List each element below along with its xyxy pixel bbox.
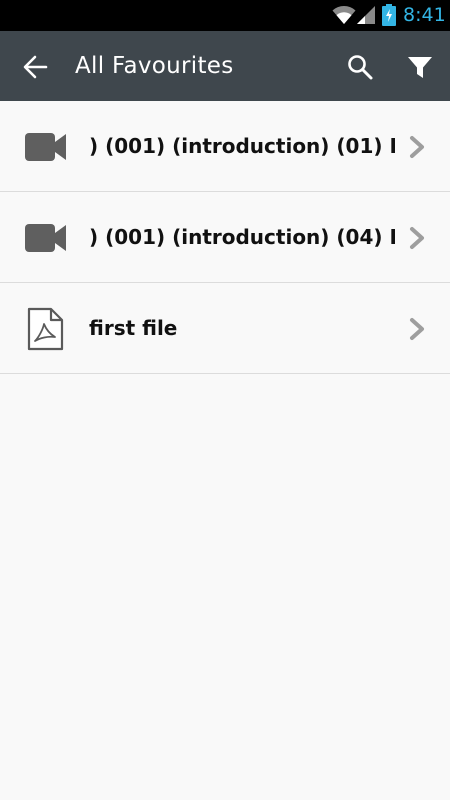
status-bar: 8:41 bbox=[0, 0, 450, 31]
signal-icon bbox=[357, 6, 375, 24]
list-item[interactable]: first file bbox=[0, 283, 450, 374]
list-item-label: ) (001) (introduction) (04) Pos bbox=[89, 225, 395, 249]
pdf-file-icon bbox=[27, 307, 64, 351]
list-item-label: first file bbox=[89, 316, 178, 340]
page-title: All Favourites bbox=[75, 53, 234, 79]
video-camera-icon bbox=[25, 224, 66, 252]
list-item-label: ) (001) (introduction) (01) Intr bbox=[89, 134, 395, 158]
chevron-right-icon bbox=[410, 227, 424, 249]
favourites-list: ) (001) (introduction) (01) Intr ) (001)… bbox=[0, 101, 450, 374]
video-camera-icon bbox=[25, 133, 66, 161]
battery-charging-icon bbox=[382, 4, 396, 26]
back-arrow-icon[interactable] bbox=[22, 54, 48, 80]
filter-icon[interactable] bbox=[406, 54, 434, 80]
chevron-right-icon bbox=[410, 136, 424, 158]
wifi-icon bbox=[332, 6, 356, 24]
search-icon[interactable] bbox=[346, 53, 374, 81]
app-bar: All Favourites bbox=[0, 31, 450, 101]
chevron-right-icon bbox=[410, 318, 424, 340]
list-item[interactable]: ) (001) (introduction) (01) Intr bbox=[0, 101, 450, 192]
list-item[interactable]: ) (001) (introduction) (04) Pos bbox=[0, 192, 450, 283]
status-clock: 8:41 bbox=[403, 4, 446, 26]
